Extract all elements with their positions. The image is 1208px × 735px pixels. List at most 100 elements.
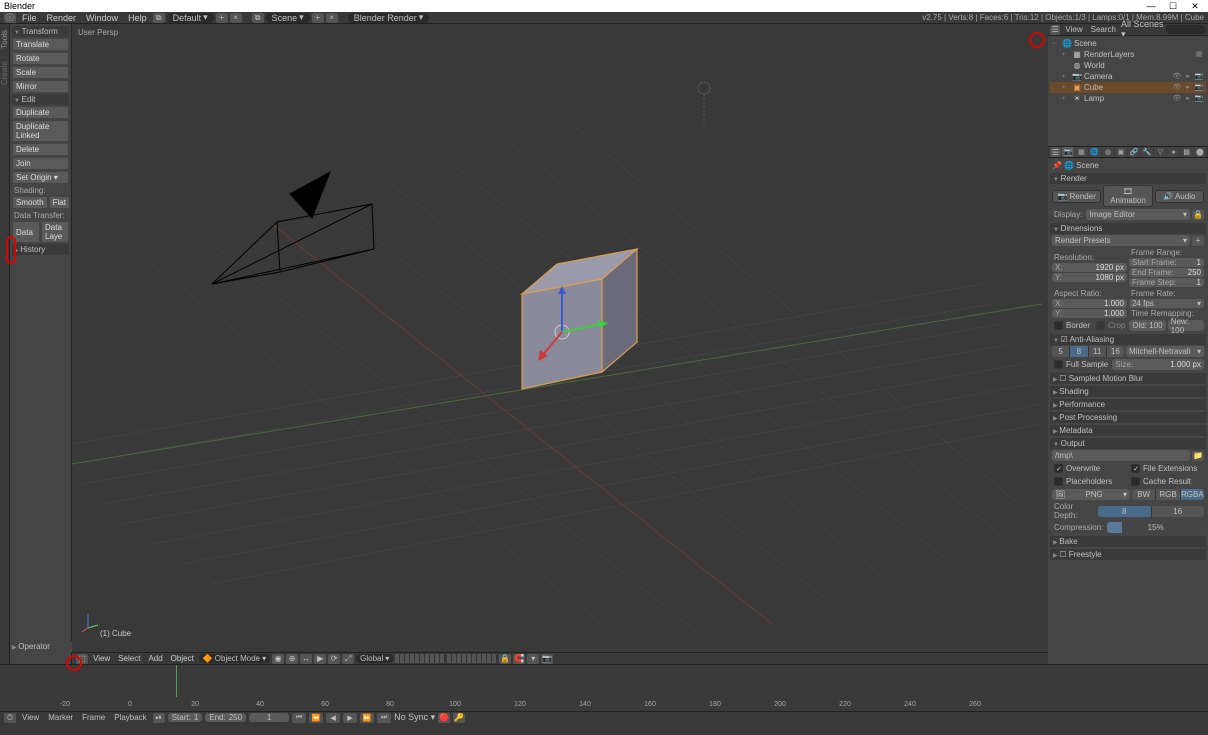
manipulator-scale-icon[interactable]: ⤢ [342, 654, 354, 664]
manipulator-toggle-icon[interactable]: ↔ [300, 654, 312, 664]
vp-menu-view[interactable]: View [90, 654, 113, 663]
screen-layout-dropdown[interactable]: Default▾ [167, 13, 214, 23]
window-minimize-button[interactable]: — [1144, 1, 1158, 12]
snap-icon[interactable]: 🧲 [513, 654, 525, 664]
keyframe-prev-button[interactable]: ⏪ [309, 713, 323, 723]
scene-browse-icon[interactable]: ⧉ [252, 13, 264, 23]
panel-render-header[interactable]: Render [1050, 173, 1206, 184]
tooltab-create[interactable]: Create [0, 55, 9, 91]
panel-bake-header[interactable]: Bake [1050, 536, 1206, 547]
outliner-menu-view[interactable]: View [1062, 25, 1085, 34]
shading-mode-icon[interactable]: ◉ [272, 654, 284, 664]
delete-button[interactable]: Delete [12, 143, 69, 156]
translate-button[interactable]: Translate [12, 38, 69, 51]
data-button[interactable]: Data [12, 221, 40, 243]
placeholders-checkbox[interactable] [1054, 477, 1063, 486]
3d-viewport[interactable]: User Persp [72, 24, 1048, 652]
operator-panel-header[interactable]: Operator [10, 641, 72, 652]
render-engine-dropdown[interactable]: Blender Render▾ [348, 13, 430, 23]
add-scene-icon[interactable]: + [312, 13, 324, 23]
panel-transform-header[interactable]: Transform [12, 26, 69, 37]
duplicate-button[interactable]: Duplicate [12, 106, 69, 119]
tl-menu-marker[interactable]: Marker [45, 713, 76, 722]
delete-scene-icon[interactable]: × [326, 13, 338, 23]
output-path-field[interactable]: /tmp\ [1052, 450, 1190, 461]
rotate-button[interactable]: Rotate [12, 52, 69, 65]
colordepth-segmented[interactable]: 8 16 [1098, 506, 1204, 517]
prop-tab-modifiers[interactable]: 🔧 [1141, 147, 1153, 157]
jump-start-button[interactable]: ⏮ [292, 713, 306, 723]
frame-step-field[interactable]: Frame Step:1 [1129, 278, 1204, 287]
scale-button[interactable]: Scale [12, 66, 69, 79]
cache-checkbox[interactable] [1131, 477, 1140, 486]
timeline-cursor[interactable] [176, 665, 177, 697]
keyframe-next-button[interactable]: ⏩ [360, 713, 374, 723]
add-screen-icon[interactable]: + [216, 13, 228, 23]
panel-freestyle-header[interactable]: ☐ Freestyle [1050, 549, 1206, 560]
autokey-icon[interactable]: 🔴 [438, 713, 450, 723]
start-frame-field[interactable]: Start Frame:1 [1129, 258, 1204, 267]
tl-menu-frame[interactable]: Frame [79, 713, 108, 722]
render-button[interactable]: 📷 Render [1052, 190, 1101, 203]
mirror-button[interactable]: Mirror [12, 80, 69, 93]
tl-end-field[interactable]: End:250 [205, 713, 246, 722]
editor-type-3dview-icon[interactable]: ⬚ [76, 654, 88, 664]
end-frame-field[interactable]: End Frame:250 [1129, 268, 1204, 277]
pivot-icon[interactable]: ⊕ [286, 654, 298, 664]
prop-tab-object[interactable]: ▣ [1115, 147, 1127, 157]
panel-aa-header[interactable]: ☑ Anti-Aliasing [1050, 334, 1206, 345]
vp-menu-select[interactable]: Select [115, 654, 143, 663]
delete-screen-icon[interactable]: × [230, 13, 242, 23]
res-y-field[interactable]: Y:1080 px [1052, 273, 1127, 282]
sync-dropdown[interactable]: No Sync ▾ [394, 712, 435, 723]
duplicate-linked-button[interactable]: Duplicate Linked [12, 120, 69, 142]
orientation-dropdown[interactable]: Global ▾ [356, 654, 393, 663]
prop-tab-texture[interactable]: ▩ [1181, 147, 1193, 157]
overwrite-checkbox[interactable] [1054, 464, 1063, 473]
lock-camera-icon[interactable]: 🔒 [499, 654, 511, 664]
render-display-dropdown[interactable]: Image Editor▾ [1086, 209, 1190, 220]
shade-smooth-button[interactable]: Smooth [12, 196, 48, 209]
editor-type-properties-icon[interactable]: ☰ [1050, 147, 1061, 157]
aspect-y-field[interactable]: Y:1.000 [1052, 309, 1127, 318]
mode-dropdown[interactable]: 🔶 Object Mode ▾ [199, 654, 270, 663]
prop-tab-material[interactable]: ● [1167, 147, 1179, 157]
shade-flat-button[interactable]: Flat [49, 196, 70, 209]
outliner[interactable]: −🌐Scene +▦RenderLayers ▦ ◍World +📷Camera… [1048, 36, 1208, 146]
window-maximize-button[interactable]: ☐ [1166, 1, 1180, 12]
snap-target-icon[interactable]: ▾ [527, 654, 539, 664]
editor-type-timeline-icon[interactable]: ⏱ [4, 713, 16, 723]
aspect-x-field[interactable]: X:1.000 [1052, 299, 1127, 308]
tl-menu-playback[interactable]: Playback [111, 713, 149, 722]
panel-smb-header[interactable]: ☐ Sampled Motion Blur [1050, 373, 1206, 384]
tooltab-tools[interactable]: Tools [0, 24, 9, 55]
datalayers-button[interactable]: Data Laye [41, 221, 69, 243]
layers-widget[interactable] [395, 654, 497, 663]
outliner-item-lamp[interactable]: +☀Lamp 👁▸📷 [1050, 93, 1206, 104]
outliner-item-camera[interactable]: +📷Camera 👁▸📷 [1050, 71, 1206, 82]
jump-end-button[interactable]: ⏭ [377, 713, 391, 723]
tl-current-frame-field[interactable]: 1 [249, 713, 289, 722]
crop-checkbox[interactable] [1096, 321, 1105, 330]
play-button[interactable]: ▶ [343, 713, 357, 723]
prop-tab-scene[interactable]: 🌐 [1089, 147, 1101, 157]
window-close-button[interactable]: ✕ [1188, 1, 1202, 12]
screen-browse-icon[interactable]: ⧉ [153, 13, 165, 23]
menu-help[interactable]: Help [124, 13, 151, 23]
fps-dropdown[interactable]: 24 fps▾ [1129, 299, 1204, 308]
editor-type-icon[interactable]: ⓘ [4, 13, 16, 23]
remap-new-field[interactable]: New: 100 [1168, 320, 1204, 331]
compression-slider[interactable]: 15% [1107, 522, 1204, 533]
res-x-field[interactable]: X:1920 px [1052, 263, 1127, 272]
browse-folder-icon[interactable]: 📁 [1192, 451, 1204, 461]
lock-interface-icon[interactable]: 🔒 [1192, 210, 1204, 220]
set-origin-button[interactable]: Set Origin ▾ [12, 171, 69, 184]
tl-menu-view[interactable]: View [19, 713, 42, 722]
menu-file[interactable]: File [18, 13, 41, 23]
vp-menu-add[interactable]: Add [145, 654, 165, 663]
add-preset-icon[interactable]: + [1192, 236, 1204, 246]
prop-tab-world[interactable]: ◍ [1102, 147, 1114, 157]
menu-render[interactable]: Render [43, 13, 81, 23]
join-button[interactable]: Join [12, 157, 69, 170]
format-dropdown[interactable]: 🖼 PNG ▾ [1052, 489, 1130, 500]
